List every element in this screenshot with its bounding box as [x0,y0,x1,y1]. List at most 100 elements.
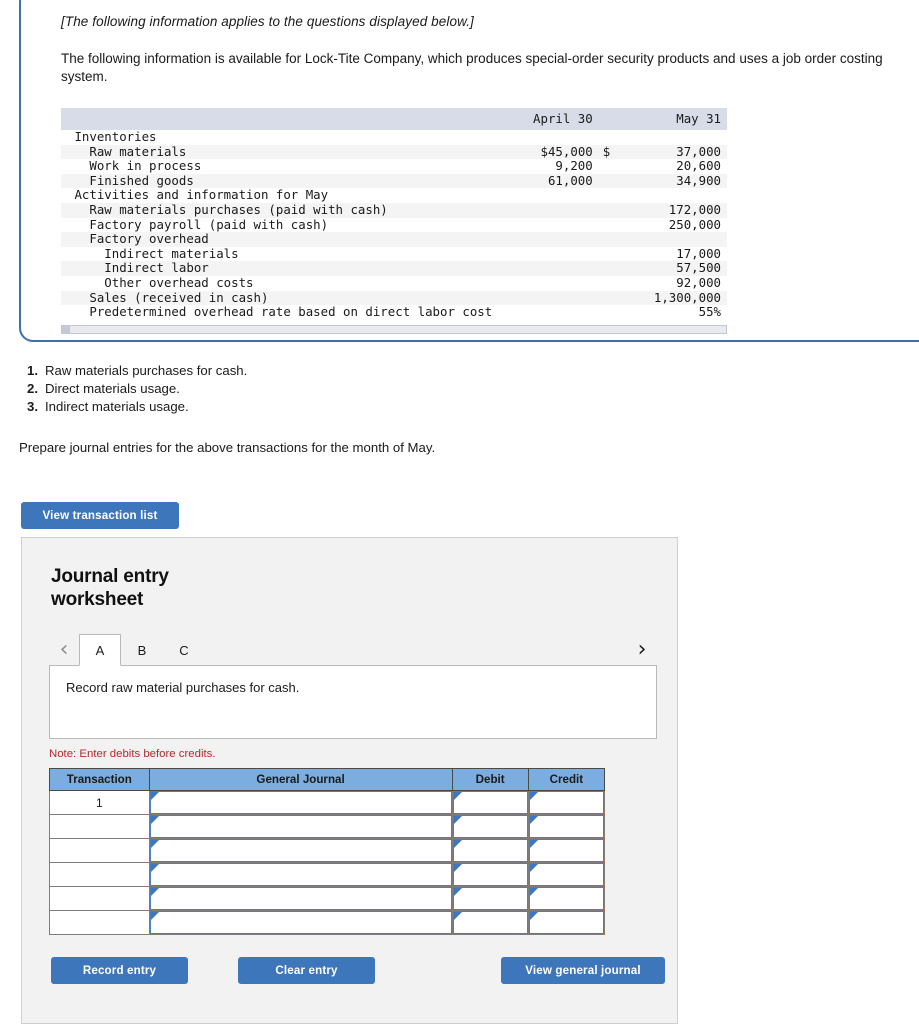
table-row: Factory payroll (paid with cash) 250,000 [61,216,727,233]
cell-currency-symbol: $ [598,144,626,160]
cell-currency-symbol [599,276,626,291]
table-row: 1 [49,790,606,815]
worksheet-footer: Record entry Clear entry View general jo… [51,957,665,987]
table-row: Indirect materials 17,000 [61,246,727,262]
transaction-number-cell [49,862,150,887]
cell-may-31: 172,000 [625,202,727,218]
journal-entry-table-wrapper: Transaction General Journal Debit Credit… [49,768,606,935]
cell-currency-symbol [598,232,626,247]
cell-may-31 [625,232,727,247]
credit-cell [527,910,606,935]
table-row: Finished goods 61,000 34,900 [61,173,727,189]
debit-cell [451,814,529,839]
record-entry-button[interactable]: Record entry [51,957,188,984]
credit-cell [527,790,606,815]
debit-input-row-3[interactable] [452,839,528,862]
credit-input-row-1[interactable] [528,791,604,814]
chevron-right-icon[interactable]: › [627,634,657,665]
general-journal-input-row-5[interactable] [149,887,452,910]
transaction-description-text: Record raw material purchases for cash. [66,680,300,695]
tab-b[interactable]: B [121,634,163,665]
debit-cell [451,790,529,815]
cell-april-30 [498,202,599,218]
transaction-number-cell [49,910,150,935]
credit-cell [527,886,606,911]
tab-c[interactable]: C [163,634,205,665]
table-row: Raw materials purchases (paid with cash)… [61,202,727,218]
requirement-item: 3. Indirect materials usage. [19,398,619,416]
journal-entry-table-body: 1 [49,790,606,935]
general-journal-input-row-1[interactable] [149,791,452,814]
worksheet-title: Journal entry worksheet [51,566,169,610]
debit-input-row-5[interactable] [452,887,528,910]
credit-cell [527,838,606,863]
cell-april-30 [498,261,599,276]
row-label: Indirect labor [61,261,499,276]
chevron-left-icon[interactable]: ‹ [49,634,79,665]
requirement-text: Direct materials usage. [45,381,180,396]
requirement-text: Raw materials purchases for cash. [45,363,248,378]
table-row [49,910,606,935]
journal-entry-worksheet-card: Journal entry worksheet ‹ ABC › Record r… [21,537,678,1024]
cell-currency-symbol [599,247,626,262]
cell-currency-symbol [598,261,626,276]
general-journal-cell [148,886,453,911]
column-header-may: May 31 [625,108,727,130]
tab-a[interactable]: A [79,634,121,666]
credit-input-row-3[interactable] [528,839,604,862]
view-general-journal-button[interactable]: View general journal [501,957,665,984]
table-row: Work in process 9,200 20,600 [61,159,727,174]
table-row [49,886,606,911]
cell-april-30: $45,000 [498,144,599,160]
cell-currency-symbol [599,159,626,174]
general-journal-input-row-4[interactable] [149,863,452,886]
table-header-row: April 30 May 31 [61,108,727,130]
question-info-panel: [The following information applies to th… [19,0,919,342]
row-label: Predetermined overhead rate based on dir… [67,304,493,320]
applies-note: [The following information applies to th… [61,14,474,29]
table-row [49,838,606,863]
credit-input-row-5[interactable] [528,887,604,910]
column-header-april: April 30 [498,108,599,130]
financial-data-table: April 30 May 31 Inventories Raw material… [61,108,727,320]
debit-input-row-2[interactable] [452,815,528,838]
general-journal-cell [148,814,453,839]
debit-input-row-1[interactable] [452,791,528,814]
intro-paragraph: The following information is available f… [61,51,883,84]
clear-entry-button[interactable]: Clear entry [238,957,375,984]
debit-input-row-4[interactable] [452,863,528,886]
cell-april-30: 9,200 [555,158,593,174]
row-label: Factory payroll (paid with cash) [67,216,329,232]
cell-april-30 [498,130,599,145]
horizontal-scrollbar[interactable] [61,324,727,334]
cell-april-30 [498,276,599,291]
general-journal-input-row-2[interactable] [149,815,452,838]
credit-input-row-6[interactable] [528,911,604,934]
transaction-number-cell [49,838,150,863]
row-label: Inventories [67,129,157,144]
column-header-general-journal: General Journal [148,768,453,791]
credit-input-row-2[interactable] [528,815,604,838]
credit-cell [527,814,606,839]
cell-may-31: 250,000 [668,216,721,232]
debit-cell [451,910,529,935]
cell-april-30 [498,247,599,262]
cell-april-30 [498,305,599,320]
general-journal-input-row-6[interactable] [149,911,452,934]
journal-header-row: Transaction General Journal Debit Credit [49,768,606,791]
row-label: Work in process [67,158,202,174]
column-header-blank [61,108,499,130]
credit-input-row-4[interactable] [528,863,604,886]
table-row: Indirect labor 57,500 [61,261,727,276]
cell-currency-symbol [599,218,626,233]
debit-input-row-6[interactable] [452,911,528,934]
general-journal-cell [148,838,453,863]
requirement-number: 2. [27,381,38,396]
cell-april-30 [498,218,599,233]
view-transaction-list-button[interactable]: View transaction list [21,502,179,529]
cell-april-30 [498,232,599,247]
table-row [49,862,606,887]
table-row: Predetermined overhead rate based on dir… [61,305,727,320]
scrollbar-thumb[interactable] [62,325,70,333]
general-journal-input-row-3[interactable] [149,839,452,862]
